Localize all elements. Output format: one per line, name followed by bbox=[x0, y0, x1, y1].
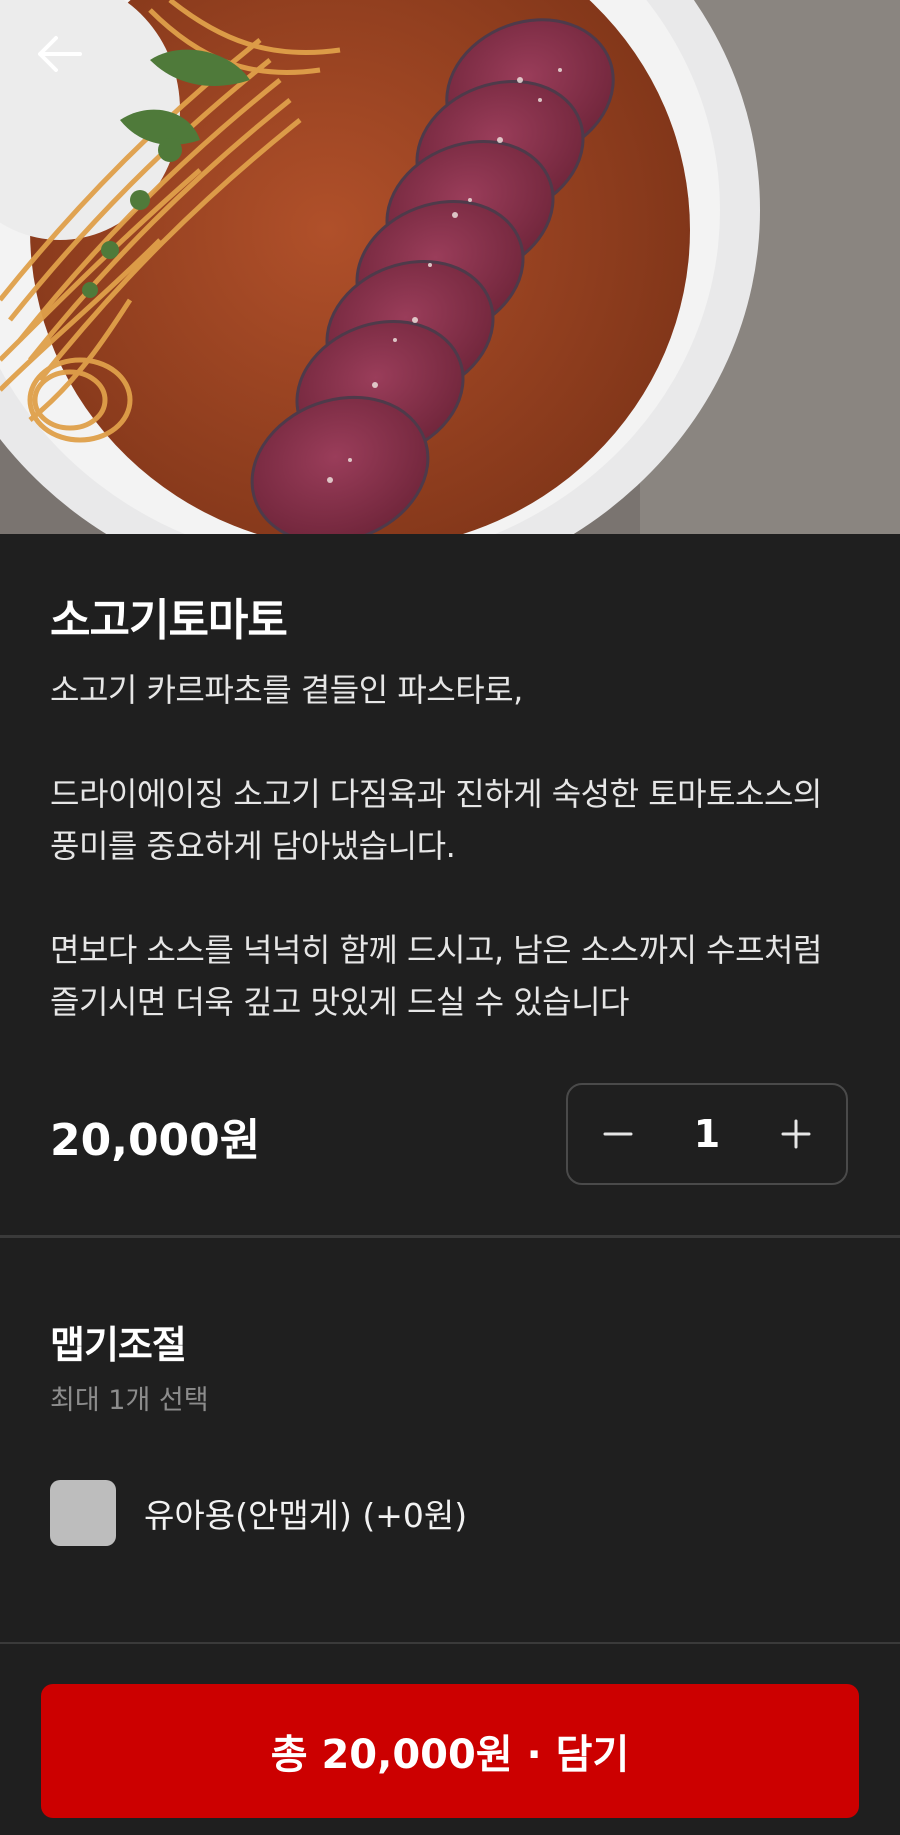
option-item[interactable]: 유아용(안맵게) (+0원) bbox=[50, 1478, 467, 1548]
bottom-bar: 총 20,000원 · 담기 bbox=[0, 1642, 900, 1835]
product-image bbox=[0, 0, 900, 534]
product-description: 소고기 카르파초를 곁들인 파스타로, 드라이에이징 소고기 다짐육과 진하게 … bbox=[50, 664, 860, 1028]
quantity-stepper: 1 bbox=[566, 1083, 848, 1185]
product-price: 20,000원 bbox=[50, 1115, 261, 1166]
option-label: 유아용(안맵게) (+0원) bbox=[144, 1496, 468, 1535]
section-divider bbox=[0, 1235, 900, 1238]
description-paragraph: 드라이에이징 소고기 다짐육과 진하게 숙성한 토마토소스의 풍미를 중요하게 … bbox=[50, 775, 822, 865]
description-paragraph: 면보다 소스를 넉넉히 함께 드시고, 남은 소스까지 수프처럼 즐기시면 더욱… bbox=[50, 931, 822, 1021]
minus-icon bbox=[603, 1132, 633, 1136]
increase-quantity-button[interactable] bbox=[776, 1114, 816, 1154]
option-checkbox[interactable] bbox=[50, 1480, 116, 1546]
arrow-left-icon bbox=[38, 36, 82, 72]
pasta-photo bbox=[0, 0, 900, 534]
product-name: 소고기토마토 bbox=[50, 595, 288, 646]
option-group-subtitle: 최대 1개 선택 bbox=[50, 1385, 209, 1416]
option-group-title: 맵기조절 bbox=[50, 1323, 187, 1367]
plus-icon bbox=[781, 1119, 811, 1149]
back-button[interactable] bbox=[30, 28, 90, 80]
decrease-quantity-button[interactable] bbox=[598, 1114, 638, 1154]
quantity-value: 1 bbox=[693, 1112, 721, 1156]
add-to-cart-button[interactable]: 총 20,000원 · 담기 bbox=[41, 1684, 859, 1818]
description-paragraph: 소고기 카르파초를 곁들인 파스타로, bbox=[50, 671, 523, 709]
